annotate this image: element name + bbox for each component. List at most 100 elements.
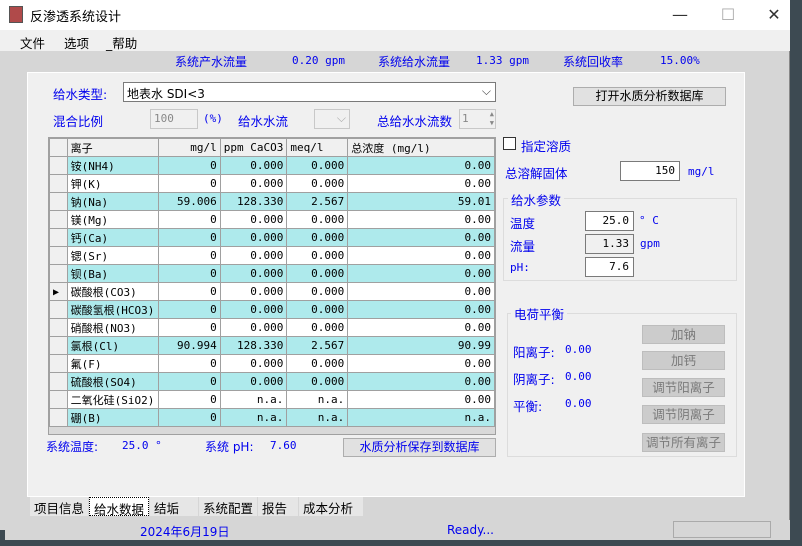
table-row[interactable]: 锶(Sr) 0 0.000 0.000 0.00 — [49, 246, 495, 265]
row-selector[interactable] — [49, 156, 68, 175]
row-selector[interactable] — [49, 228, 68, 247]
value-cell: 0.000 — [219, 300, 288, 319]
value-cell[interactable]: 0 — [157, 210, 221, 229]
tab-report[interactable]: 报告 — [258, 497, 298, 516]
adjust-cations-button[interactable]: 调节阳离子 — [642, 378, 725, 397]
row-selector[interactable] — [49, 174, 68, 193]
row-selector[interactable] — [49, 318, 68, 337]
table-row[interactable]: 钡(Ba) 0 0.000 0.000 0.00 — [49, 264, 495, 283]
mix-ratio-input[interactable]: 100 — [150, 109, 198, 129]
total-streams-stepper[interactable]: 1 ▲ ▼ — [459, 109, 496, 129]
save-to-db-button[interactable]: 水质分析保存到数据库 — [343, 438, 496, 457]
value-cell[interactable]: 0 — [157, 264, 221, 283]
table-row[interactable]: 铵(NH4) 0 0.000 0.000 0.00 — [49, 156, 495, 175]
value-cell: 0.000 — [219, 318, 288, 337]
ion-name-cell: 硫酸根(SO4) — [66, 372, 159, 391]
row-selector[interactable]: ▶ — [49, 282, 68, 301]
add-calcium-button[interactable]: 加钙 — [642, 351, 725, 370]
table-row[interactable]: 钙(Ca) 0 0.000 0.000 0.00 — [49, 228, 495, 247]
ph-input[interactable]: 7.6 — [585, 257, 634, 277]
value-cell: 0.00 — [347, 156, 495, 175]
row-selector[interactable] — [49, 246, 68, 265]
row-selector[interactable] — [49, 264, 68, 283]
value-cell[interactable]: 59.006 — [157, 192, 221, 211]
value-cell: 0.00 — [347, 174, 495, 193]
table-row[interactable]: 二氧化硅(SiO2) 0 n.a. n.a. 0.00 — [49, 390, 495, 409]
minimize-button[interactable]: — — [665, 4, 695, 26]
tab-feed-data[interactable]: 给水数据 — [89, 497, 149, 517]
tab-cost-analysis[interactable]: 成本分析 — [299, 497, 363, 516]
value-cell[interactable]: 0 — [157, 282, 221, 301]
table-row[interactable]: 硼(B) 0 n.a. n.a. n.a. — [49, 408, 495, 427]
total-streams-value: 1 — [462, 112, 469, 125]
adjust-all-ions-button[interactable]: 调节所有离子 — [642, 433, 725, 452]
adjust-anions-button[interactable]: 调节阴离子 — [642, 405, 725, 424]
row-selector[interactable] — [49, 354, 68, 373]
table-row[interactable]: 硫酸根(SO4) 0 0.000 0.000 0.00 — [49, 372, 495, 391]
value-cell[interactable]: 0 — [157, 372, 221, 391]
open-water-db-button[interactable]: 打开水质分析数据库 — [573, 87, 726, 106]
tab-system-config[interactable]: 系统配置 — [199, 497, 257, 516]
temp-input[interactable]: 25.0 — [585, 211, 634, 231]
menu-help[interactable]: _帮助 — [106, 33, 137, 52]
value-cell: 0.000 — [219, 210, 288, 229]
value-cell: 2.567 — [286, 336, 349, 355]
tab-scaling[interactable]: 结垢 — [150, 497, 198, 516]
ion-name-cell: 铵(NH4) — [66, 156, 159, 175]
ion-name-cell: 氟(F) — [66, 354, 159, 373]
ion-name-cell: 钙(Ca) — [66, 228, 159, 247]
menu-options[interactable]: 选项 — [64, 33, 89, 52]
value-cell[interactable]: 0 — [157, 408, 221, 427]
ion-name-cell: 锶(Sr) — [66, 246, 159, 265]
row-selector[interactable] — [49, 390, 68, 409]
row-selector[interactable] — [49, 210, 68, 229]
row-selector[interactable] — [49, 408, 68, 427]
close-button[interactable]: ✕ — [759, 4, 789, 26]
table-row[interactable]: 氟(F) 0 0.000 0.000 0.00 — [49, 354, 495, 373]
value-cell: n.a. — [286, 390, 349, 409]
column-header[interactable]: ppm CaCO3 — [219, 138, 288, 157]
add-sodium-button[interactable]: 加钠 — [642, 325, 725, 344]
value-cell[interactable]: 0 — [157, 156, 221, 175]
table-row[interactable]: 氯根(Cl) 90.994 128.330 2.567 90.99 — [49, 336, 495, 355]
column-header[interactable]: 离子 — [66, 138, 159, 157]
feed-stream-select[interactable]: ⌵ — [314, 109, 350, 129]
table-row[interactable]: 硝酸根(NO3) 0 0.000 0.000 0.00 — [49, 318, 495, 337]
value-cell: 0.00 — [347, 264, 495, 283]
ph-label: pH: — [510, 261, 530, 274]
system-ph-label: 系统 pH: — [205, 440, 254, 454]
value-cell: n.a. — [219, 390, 288, 409]
value-cell[interactable]: 0 — [157, 390, 221, 409]
specify-solute-checkbox[interactable] — [503, 137, 516, 150]
flow-input[interactable]: 1.33 — [585, 234, 634, 254]
row-selector[interactable] — [49, 372, 68, 391]
stepper-arrows-icon[interactable]: ▲ ▼ — [490, 110, 494, 128]
table-row[interactable]: ▶ 碳酸根(CO3) 0 0.000 0.000 0.00 — [49, 282, 495, 301]
value-cell[interactable]: 0 — [157, 174, 221, 193]
row-selector[interactable] — [49, 192, 68, 211]
value-cell[interactable]: 0 — [157, 300, 221, 319]
value-cell: 0.000 — [219, 228, 288, 247]
value-cell[interactable]: 90.994 — [157, 336, 221, 355]
current-row-icon: ▶ — [53, 287, 60, 298]
tds-input[interactable]: 150 — [620, 161, 680, 181]
feed-type-label: 给水类型: — [53, 87, 108, 102]
feed-type-select[interactable]: 地表水 SDI<3 ⌵ — [123, 82, 496, 102]
value-cell[interactable]: 0 — [157, 318, 221, 337]
tab-project-info[interactable]: 项目信息 — [30, 497, 88, 516]
value-cell[interactable]: 0 — [157, 246, 221, 265]
table-row[interactable]: 镁(Mg) 0 0.000 0.000 0.00 — [49, 210, 495, 229]
value-cell: 0.000 — [286, 228, 349, 247]
column-header[interactable]: mg/l — [157, 138, 221, 157]
row-selector[interactable] — [49, 336, 68, 355]
table-row[interactable]: 钾(K) 0 0.000 0.000 0.00 — [49, 174, 495, 193]
column-header[interactable]: meq/l — [286, 138, 349, 157]
value-cell[interactable]: 0 — [157, 354, 221, 373]
maximize-button[interactable]: ☐ — [713, 4, 743, 26]
table-row[interactable]: 碳酸氢根(HCO3) 0 0.000 0.000 0.00 — [49, 300, 495, 319]
row-selector[interactable] — [49, 300, 68, 319]
value-cell[interactable]: 0 — [157, 228, 221, 247]
column-header[interactable]: 总浓度 (mg/l) — [347, 138, 495, 157]
table-row[interactable]: 钠(Na) 59.006 128.330 2.567 59.01 — [49, 192, 495, 211]
menu-file[interactable]: 文件 — [20, 33, 45, 52]
